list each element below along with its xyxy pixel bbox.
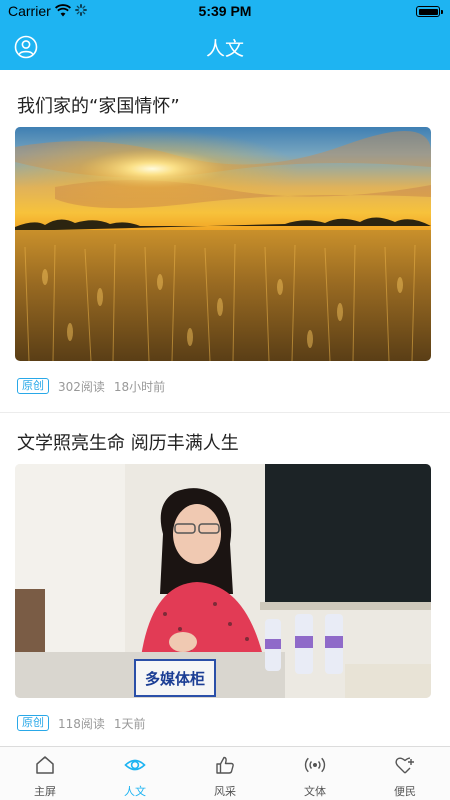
wheat-field-sunset-photo (15, 127, 431, 361)
read-count: 302阅读 (58, 379, 105, 394)
heart-plus-icon (395, 757, 414, 774)
article-divider (0, 412, 450, 413)
tab-sports[interactable]: 文体 (270, 747, 360, 800)
article-title[interactable]: 文学照亮生命 阅历丰满人生 (17, 429, 239, 455)
original-tag: 原创 (17, 715, 49, 731)
tab-home[interactable]: 主屏 (0, 747, 90, 800)
article-list[interactable]: 我们家的“家国情怀” 原创 302阅读 18小时前 文学照亮生命 阅历丰满人生 … (0, 70, 450, 746)
tab-label: 便民 (394, 785, 416, 798)
article-title[interactable]: 我们家的“家国情怀” (17, 92, 180, 118)
nav-bar: 人文 (0, 24, 450, 70)
status-time: 5:39 PM (198, 3, 252, 19)
original-tag: 原创 (17, 378, 49, 394)
speaker-at-podium-photo: 多媒体柜 (15, 464, 431, 698)
article-cover-image[interactable]: 多媒体柜 (15, 464, 431, 698)
top-bar: Carrier 5:39 PM 人文 (0, 0, 450, 70)
tab-culture[interactable]: 人文 (90, 747, 180, 800)
broadcast-icon (304, 757, 326, 773)
tab-label: 人文 (124, 785, 146, 798)
page-title: 人文 (205, 38, 244, 60)
read-count: 118阅读 (58, 716, 105, 731)
article-meta: 原创 302阅读 18小时前 (17, 377, 165, 395)
thumbs-up-icon (216, 756, 234, 774)
tab-label: 主屏 (34, 785, 56, 798)
tab-services[interactable]: 便民 (360, 747, 450, 800)
tab-style[interactable]: 风采 (180, 747, 270, 800)
tab-bar: 主屏 人文 风采 文体 便民 (0, 746, 450, 800)
status-bar: Carrier 5:39 PM (0, 0, 450, 24)
battery-icon (416, 6, 443, 17)
tab-label: 文体 (304, 785, 326, 798)
article-cover-image[interactable] (15, 127, 431, 361)
publish-time: 1天前 (113, 716, 146, 731)
article-meta: 原创 118阅读 1天前 (17, 714, 146, 732)
podium-sign-text: 多媒体柜 (145, 670, 205, 688)
home-icon (36, 756, 54, 774)
eye-icon (124, 759, 146, 771)
tab-label: 风采 (214, 785, 236, 798)
publish-time: 18小时前 (113, 379, 166, 394)
